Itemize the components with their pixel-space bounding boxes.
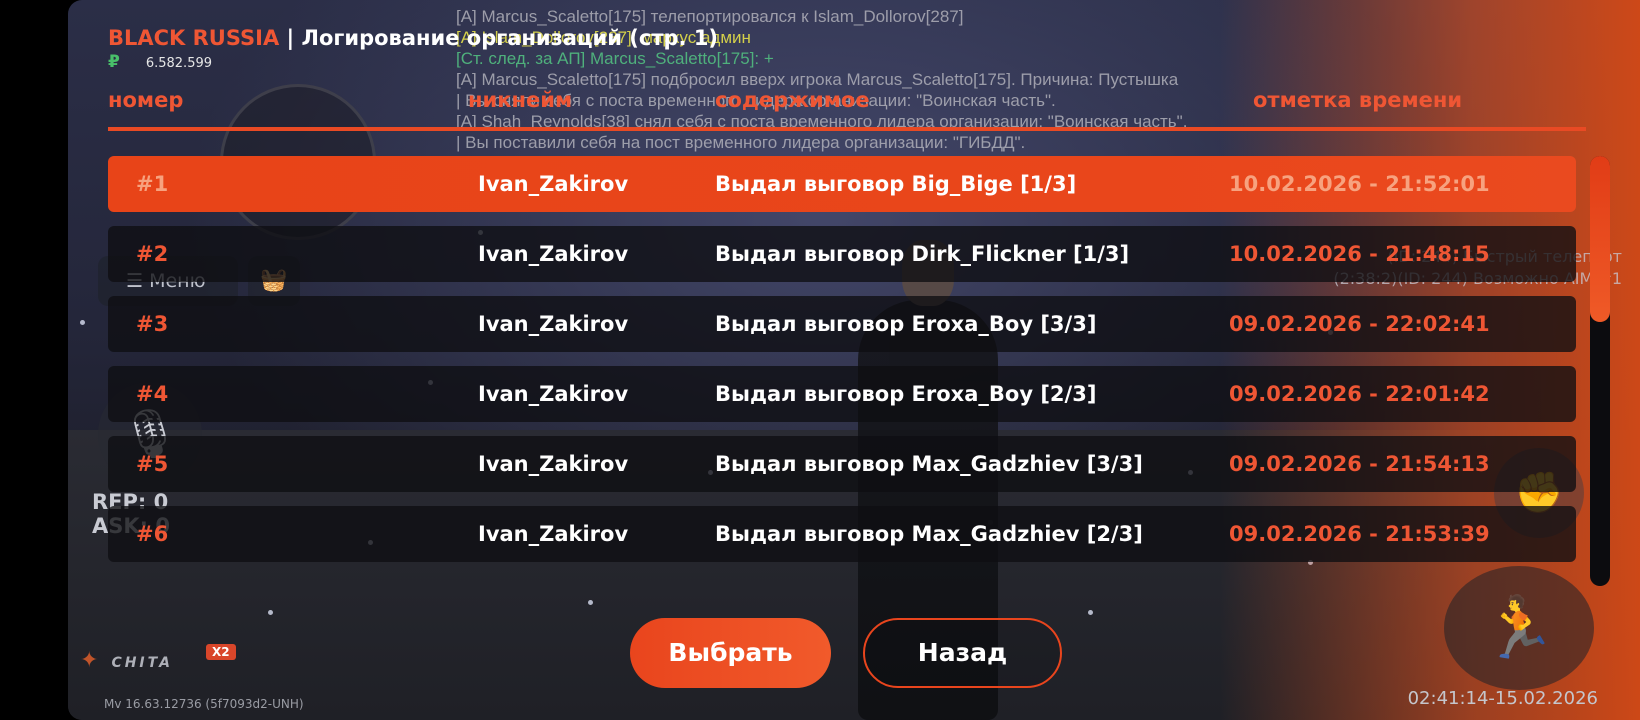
money-display: ₽6.582.599 xyxy=(108,52,212,72)
row-nickname: Ivan_Zakirov xyxy=(478,452,629,476)
row-number: #3 xyxy=(136,312,169,336)
list-scrollbar[interactable] xyxy=(1590,156,1610,586)
running-man-icon: 🏃 xyxy=(1481,593,1557,663)
server-logo: ✦ CHITA xyxy=(80,648,173,673)
chat-line: | Вы поставили себя на пост временного л… xyxy=(456,133,1026,152)
log-list[interactable]: #1 Ivan_Zakirov Выдал выговор Big_Bige [… xyxy=(108,156,1576,568)
log-row[interactable]: #1 Ivan_Zakirov Выдал выговор Big_Bige [… xyxy=(108,156,1576,212)
chat-line: [Ст. след. за АП] Marcus_Scaletto[175]: … xyxy=(456,49,774,68)
server-badge: X2 xyxy=(206,644,236,660)
row-timestamp: 09.02.2026 - 22:01:42 xyxy=(1229,382,1490,406)
snow-particle xyxy=(588,600,593,605)
dialog-title-text: | Логирование организаций (стр. 1) xyxy=(279,26,719,50)
server-name: CHITA xyxy=(111,655,173,671)
header-timestamp: отметка времени xyxy=(1253,88,1463,112)
row-timestamp: 09.02.2026 - 21:53:39 xyxy=(1229,522,1490,546)
row-nickname: Ivan_Zakirov xyxy=(478,242,629,266)
row-number: #4 xyxy=(136,382,169,406)
money-value: 6.582.599 xyxy=(145,56,213,71)
snow-particle xyxy=(268,610,273,615)
row-number: #2 xyxy=(136,242,169,266)
row-timestamp: 10.02.2026 - 21:48:15 xyxy=(1229,242,1490,266)
row-nickname: Ivan_Zakirov xyxy=(478,382,629,406)
row-nickname: Ivan_Zakirov xyxy=(478,312,629,336)
dialog-title: BLACK RUSSIA | Логирование организаций (… xyxy=(108,26,718,50)
bear-logo-icon: ✦ xyxy=(80,648,102,673)
header-content: содержимое xyxy=(715,88,870,112)
clock-label: 02:41:14-15.02.2026 xyxy=(1407,688,1598,709)
row-timestamp: 09.02.2026 - 22:02:41 xyxy=(1229,312,1490,336)
snow-particle xyxy=(1088,610,1093,615)
row-number: #1 xyxy=(136,172,169,196)
row-timestamp: 09.02.2026 - 21:54:13 xyxy=(1229,452,1490,476)
row-timestamp: 10.02.2026 - 21:52:01 xyxy=(1229,172,1490,196)
row-content: Выдал выговор Max_Gadzhiev [3/3] xyxy=(715,452,1143,476)
log-row[interactable]: #5 Ivan_Zakirov Выдал выговор Max_Gadzhi… xyxy=(108,436,1576,492)
row-content: Выдал выговор Dirk_Flickner [1/3] xyxy=(715,242,1130,266)
row-nickname: Ivan_Zakirov xyxy=(478,522,629,546)
header-divider xyxy=(108,127,1586,131)
row-content: Выдал выговор Big_Bige [1/3] xyxy=(715,172,1077,196)
scrollbar-thumb[interactable] xyxy=(1590,156,1610,322)
ruble-icon: ₽ xyxy=(108,52,120,72)
log-row[interactable]: #6 Ivan_Zakirov Выдал выговор Max_Gadzhi… xyxy=(108,506,1576,562)
row-content: Выдал выговор Eroxa_Boy [3/3] xyxy=(715,312,1097,336)
chat-line: [A] Marcus_Scaletto[175] подбросил вверх… xyxy=(456,70,1179,89)
snow-particle xyxy=(80,320,85,325)
header-nickname: никнейм xyxy=(468,88,573,112)
row-content: Выдал выговор Eroxa_Boy [2/3] xyxy=(715,382,1097,406)
row-number: #5 xyxy=(136,452,169,476)
column-headers: номер никнейм содержимое отметка времени xyxy=(108,88,1578,116)
sprint-button[interactable]: 🏃 xyxy=(1444,566,1594,690)
back-button[interactable]: Назад xyxy=(863,618,1062,688)
log-row[interactable]: #4 Ivan_Zakirov Выдал выговор Eroxa_Boy … xyxy=(108,366,1576,422)
row-nickname: Ivan_Zakirov xyxy=(478,172,629,196)
row-number: #6 xyxy=(136,522,169,546)
log-row[interactable]: #3 Ivan_Zakirov Выдал выговор Eroxa_Boy … xyxy=(108,296,1576,352)
header-number: номер xyxy=(108,88,184,112)
select-button[interactable]: Выбрать xyxy=(630,618,831,688)
version-label: Mv 16.63.12736 (5f7093d2-UNH) xyxy=(104,697,304,711)
brand-name: BLACK RUSSIA xyxy=(108,26,280,50)
chat-line: [A] Marcus_Scaletto[175] телепортировалс… xyxy=(456,7,964,26)
log-row[interactable]: #2 Ivan_Zakirov Выдал выговор Dirk_Flick… xyxy=(108,226,1576,282)
row-content: Выдал выговор Max_Gadzhiev [2/3] xyxy=(715,522,1143,546)
